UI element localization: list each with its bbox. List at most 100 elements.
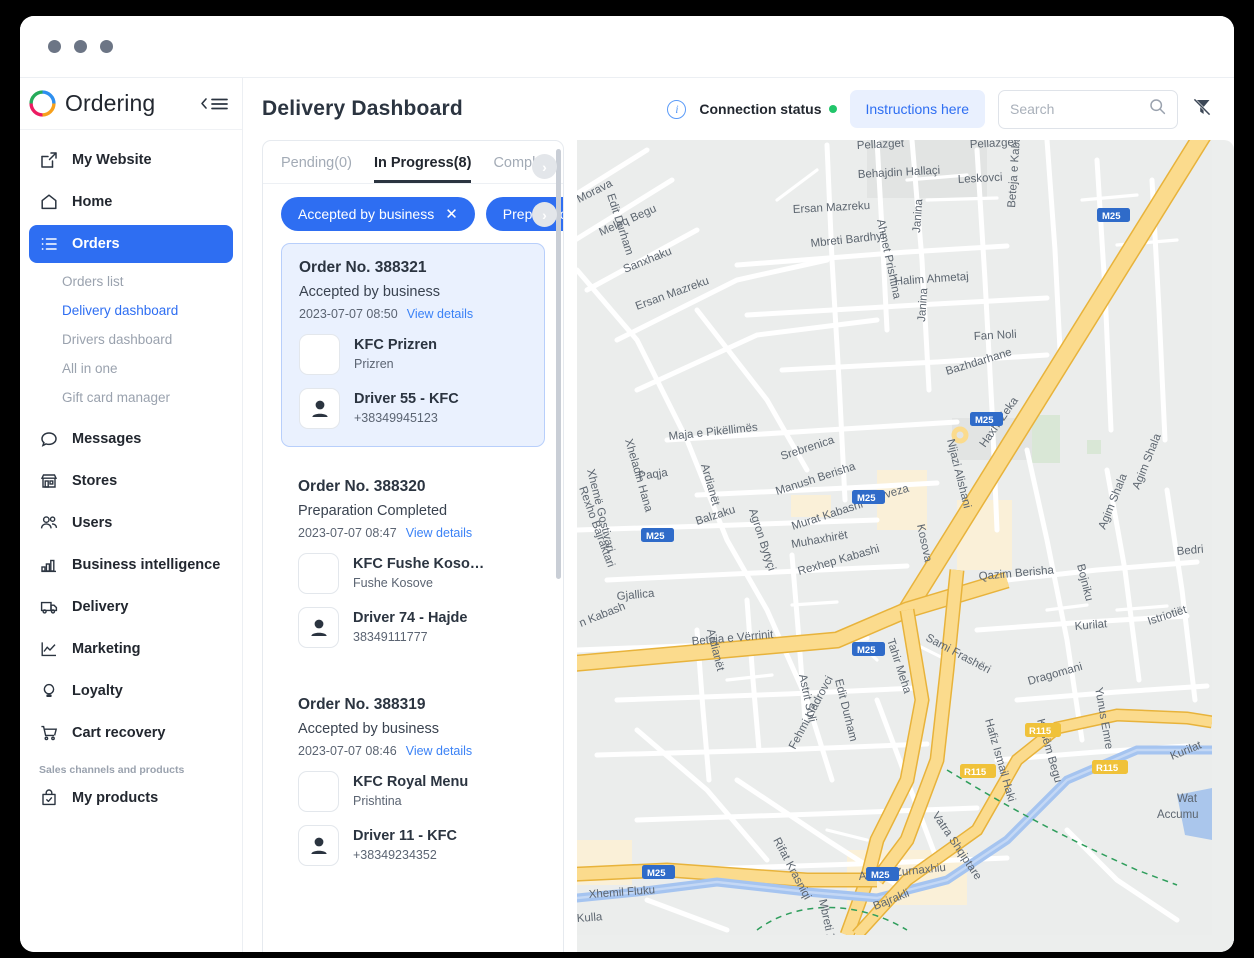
svg-text:M25: M25 [857, 645, 876, 656]
sidebar-item-stores[interactable]: Stores [29, 462, 233, 500]
sidebar-item-messages[interactable]: Messages [29, 420, 233, 458]
driver-phone: +38349945123 [354, 410, 438, 425]
svg-text:M25: M25 [857, 493, 876, 504]
sidebar-item-cart-recovery[interactable]: Cart recovery [29, 714, 233, 752]
sidebar-item-my-website[interactable]: My Website [29, 141, 233, 179]
brand[interactable]: Ordering [29, 90, 155, 117]
order-card[interactable]: Order No. 388321 Accepted by business 20… [281, 243, 545, 447]
sidebar-item-loyalty[interactable]: Loyalty [29, 672, 233, 710]
order-card[interactable]: Order No. 388319 Accepted by business 20… [281, 681, 545, 883]
sidebar-item-marketing[interactable]: Marketing [29, 630, 233, 668]
sidebar-item-users[interactable]: Users [29, 504, 233, 542]
sidebar-item-label: My Website [72, 152, 152, 168]
map-street-label: Leskovci [958, 172, 1003, 186]
sidebar-item-home[interactable]: Home [29, 183, 233, 221]
business-city: Prishtina [353, 793, 402, 808]
sidebar-item-orders-list[interactable]: Orders list [20, 267, 242, 296]
sidebar-sub-label: Drivers dashboard [62, 332, 173, 347]
driver-name: Driver 11 - KFC [353, 828, 457, 845]
delivery-map[interactable]: Morava Meleq Begu Sanxhaku Ersan Mazreku… [577, 140, 1234, 952]
line-chart-icon [39, 639, 59, 659]
search-icon[interactable] [1149, 98, 1166, 120]
map-road-shield: M25 [642, 865, 675, 879]
tabs-next-chevron-right-icon[interactable]: › [532, 154, 557, 179]
window-titlebar [20, 16, 1234, 78]
bar-chart-icon [39, 555, 59, 575]
window-minimize-dot[interactable] [74, 40, 87, 53]
truck-icon [39, 597, 59, 617]
sidebar-item-drivers-dashboard[interactable]: Drivers dashboard [20, 325, 242, 354]
page-title: Delivery Dashboard [262, 97, 463, 120]
sidebar-item-my-products[interactable]: My products [29, 779, 233, 817]
order-business: KFC Royal Menu Prishtina [298, 771, 528, 812]
content-area: Pending(0) In Progress(8) Complete › Acc… [243, 140, 1234, 952]
map-street-label: Janina [916, 287, 930, 322]
info-icon[interactable]: i [667, 99, 687, 119]
order-number: Order No. 388319 [298, 696, 426, 713]
view-details-link[interactable]: View details [406, 744, 472, 758]
shopping-cart-icon [39, 723, 59, 743]
orders-tabs: Pending(0) In Progress(8) Complete › [263, 141, 563, 184]
business-name: KFC Prizren [354, 337, 437, 354]
order-datetime: 2023-07-07 08:47 [298, 526, 397, 540]
map-water-label: Wat [1177, 793, 1198, 805]
svg-text:M25: M25 [871, 870, 890, 881]
sidebar-section-label: Sales channels and products [39, 764, 185, 776]
map-street-label: Janina [911, 198, 925, 233]
sidebar-item-delivery[interactable]: Delivery [29, 588, 233, 626]
business-name: KFC Royal Menu [353, 774, 469, 791]
order-datetime: 2023-07-07 08:46 [298, 744, 397, 758]
search-input[interactable] [1010, 101, 1143, 117]
orders-filter-chips: Accepted by business ✕ Preparation ✕ › [263, 184, 563, 243]
sidebar-sub-label: Gift card manager [62, 390, 171, 405]
sidebar-nav: My Website Home Orders Orders list Deliv… [20, 130, 242, 821]
filter-off-icon[interactable] [1191, 96, 1213, 123]
view-details-link[interactable]: View details [407, 307, 473, 321]
order-driver: Driver 55 - KFC +38349945123 [299, 388, 527, 429]
view-details-link[interactable]: View details [406, 526, 472, 540]
connection-status: Connection status [699, 101, 837, 117]
sidebar-item-gift-card-manager[interactable]: Gift card manager [20, 383, 242, 412]
business-name: KFC Fushe Koso… [353, 556, 485, 573]
business-logo [298, 771, 339, 812]
order-meta: 2023-07-07 08:46 View details [298, 744, 528, 758]
orders-list[interactable]: Order No. 388321 Accepted by business 20… [263, 243, 563, 952]
sidebar-item-business-intelligence[interactable]: Business intelligence [29, 546, 233, 584]
app-body: Ordering My Website Home Orders Orders l… [20, 78, 1234, 952]
users-icon [39, 513, 59, 533]
window-close-dot[interactable] [48, 40, 61, 53]
order-status: Preparation Completed [298, 503, 448, 519]
filter-chip-accepted-by-business[interactable]: Accepted by business ✕ [281, 197, 475, 231]
sidebar-sub-label: Delivery dashboard [62, 303, 179, 318]
lightbulb-icon [39, 681, 59, 701]
order-card[interactable]: Order No. 388320 Preparation Completed 2… [281, 463, 545, 665]
store-icon [39, 471, 59, 491]
sidebar-item-all-in-one[interactable]: All in one [20, 354, 242, 383]
order-driver: Driver 11 - KFC +38349234352 [298, 825, 528, 866]
business-city: Fushe Kosove [353, 575, 433, 590]
map-street-label: Kulla [577, 911, 603, 925]
main-area: Delivery Dashboard i Connection status I… [243, 78, 1234, 952]
search-box[interactable] [998, 89, 1178, 129]
sidebar-item-label: Users [72, 515, 113, 531]
svg-text:R115: R115 [964, 767, 987, 778]
instructions-button[interactable]: Instructions here [849, 90, 985, 128]
order-driver: Driver 74 - Hajde 38349111777 [298, 607, 528, 648]
chips-next-chevron-right-icon[interactable]: › [532, 202, 557, 227]
collapse-sidebar-icon[interactable] [199, 97, 228, 111]
sidebar-item-orders[interactable]: Orders [29, 225, 233, 263]
order-meta: 2023-07-07 08:50 View details [299, 307, 527, 321]
svg-text:M25: M25 [646, 531, 665, 542]
order-number: Order No. 388321 [299, 259, 427, 276]
tab-in-progress[interactable]: In Progress(8) [373, 155, 472, 183]
svg-text:R115: R115 [1096, 763, 1119, 774]
svg-text:R115: R115 [1029, 726, 1052, 737]
business-city: Prizren [354, 356, 394, 371]
window-maximize-dot[interactable] [100, 40, 113, 53]
external-link-icon [39, 150, 59, 170]
sidebar-item-delivery-dashboard[interactable]: Delivery dashboard [20, 296, 242, 325]
tab-pending[interactable]: Pending(0) [281, 155, 352, 183]
close-icon[interactable]: ✕ [445, 207, 458, 222]
chat-bubble-icon [39, 429, 59, 449]
brand-name: Ordering [65, 90, 156, 116]
